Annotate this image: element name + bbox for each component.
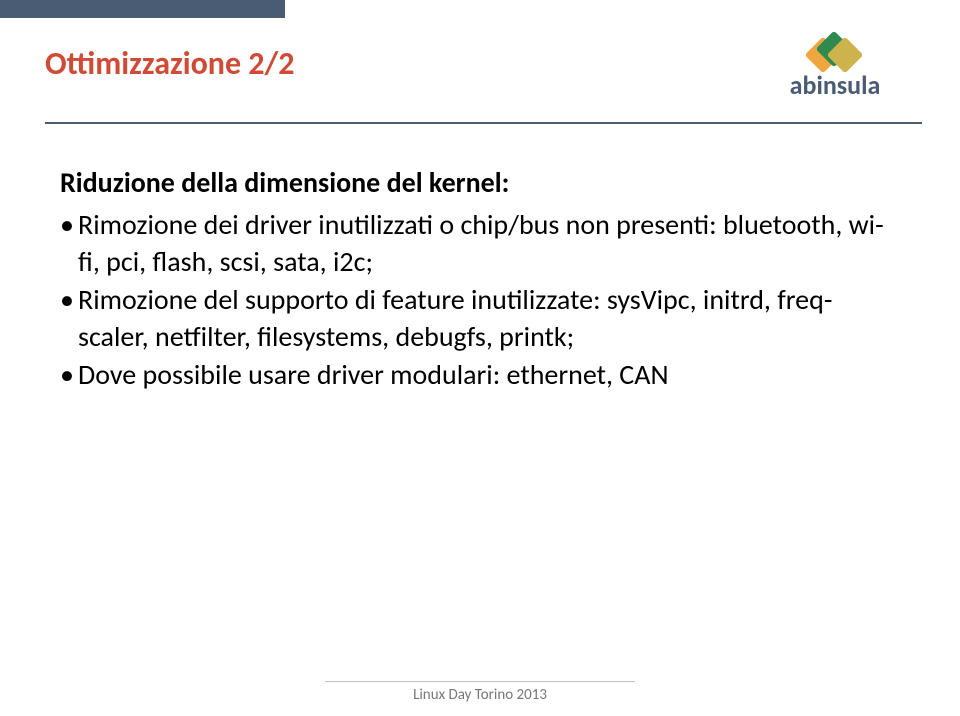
- slide: Ottimizzazione 2/2 abinsula Riduzione de…: [0, 0, 960, 716]
- bullet-item: Rimozione del supporto di feature inutil…: [60, 282, 900, 355]
- accent-bar: [0, 0, 285, 18]
- header-rule: [45, 122, 922, 124]
- bullet-item: Rimozione dei driver inutilizzati o chip…: [60, 207, 900, 280]
- bullet-list: Rimozione dei driver inutilizzati o chip…: [60, 207, 900, 393]
- slide-title: Ottimizzazione 2/2: [45, 44, 294, 83]
- brand-logo: abinsula: [750, 32, 920, 98]
- footer-rule: [325, 681, 635, 682]
- brand-logo-mark: [810, 32, 860, 68]
- bullet-item: Dove possibile usare driver modulari: et…: [60, 357, 900, 393]
- body-lead: Riduzione della dimensione del kernel:: [60, 165, 900, 201]
- brand-logo-text: abinsula: [750, 72, 920, 98]
- footer-text: Linux Day Torino 2013: [413, 686, 547, 704]
- footer: Linux Day Torino 2013: [0, 681, 960, 704]
- slide-body: Riduzione della dimensione del kernel: R…: [60, 165, 900, 395]
- header: Ottimizzazione 2/2 abinsula: [0, 32, 960, 122]
